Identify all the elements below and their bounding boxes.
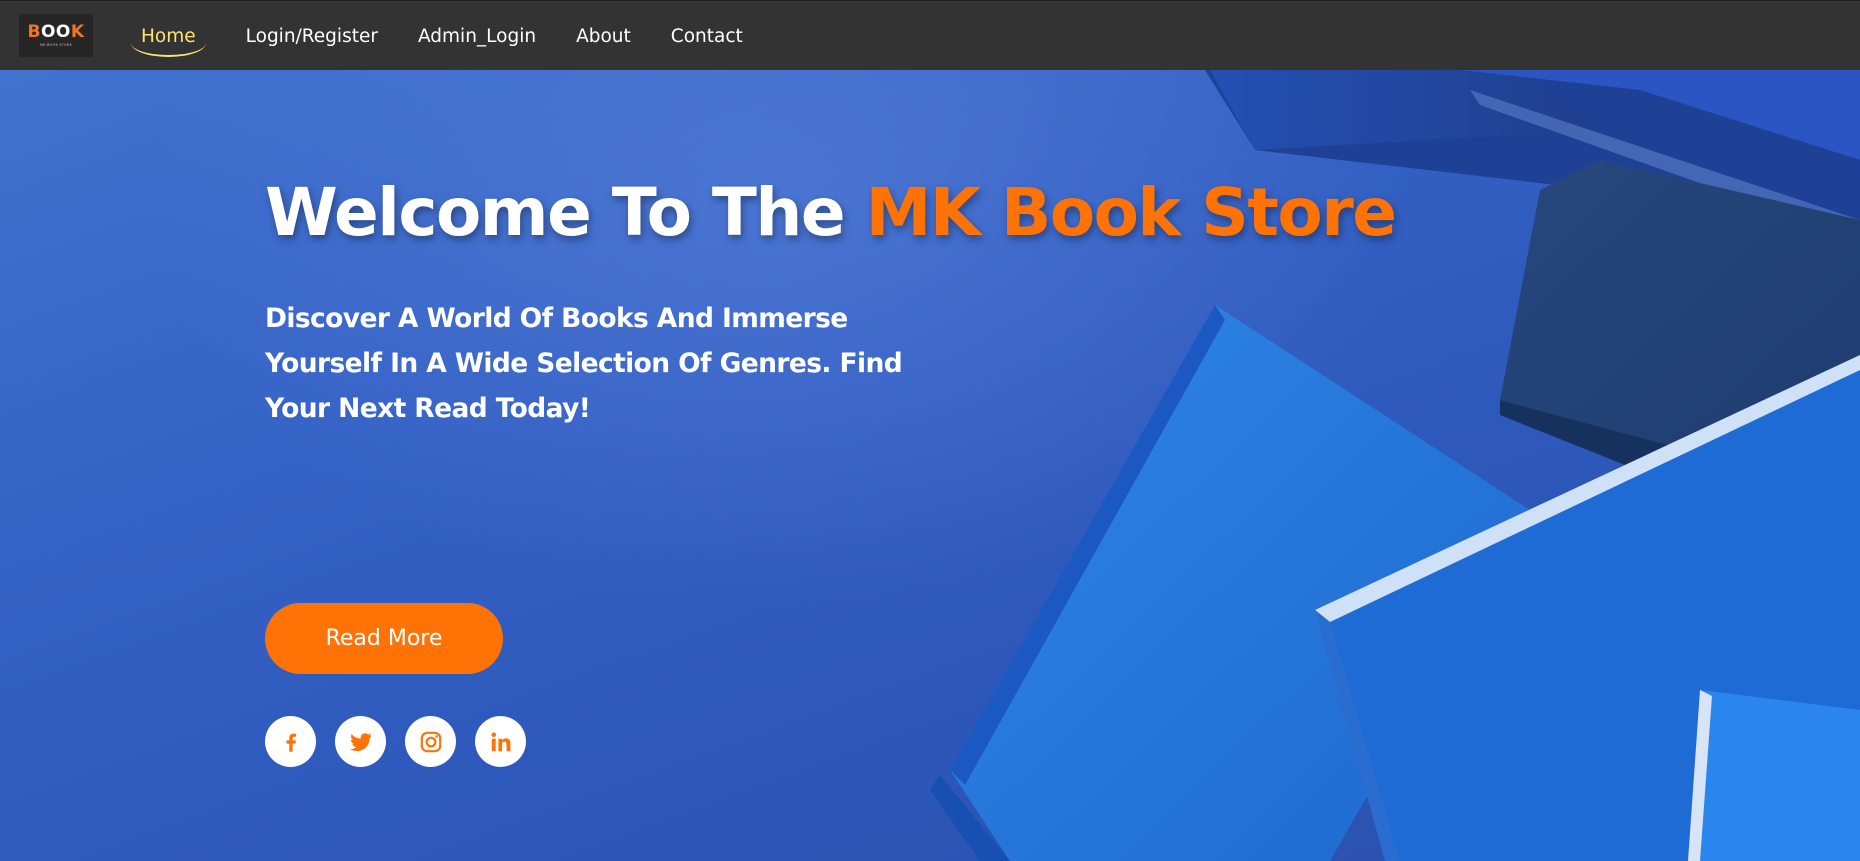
social-links <box>265 716 545 767</box>
facebook-icon <box>285 733 296 752</box>
facebook-link[interactable] <box>265 716 316 767</box>
read-more-button[interactable]: Read More <box>265 603 503 674</box>
navbar: BOOK MK BOOK STORE Home Login/Register A… <box>0 0 1860 70</box>
main-nav: Home Login/Register Admin_Login About Co… <box>131 1 783 71</box>
hero-title-brand: MK Book Store <box>865 174 1397 251</box>
nav-about[interactable]: About <box>576 26 631 47</box>
linkedin-link[interactable] <box>475 716 526 767</box>
linkedin-icon <box>490 731 510 751</box>
brand-logo[interactable]: BOOK MK BOOK STORE <box>19 14 93 57</box>
instagram-link[interactable] <box>405 716 456 767</box>
instagram-icon <box>420 731 441 752</box>
nav-home[interactable]: Home <box>131 26 206 57</box>
logo-wordmark: BOOK <box>27 22 85 42</box>
hero-section: Welcome To The MK Book Store Discover A … <box>0 70 1860 861</box>
nav-login-register[interactable]: Login/Register <box>246 26 378 47</box>
logo-tagline: MK BOOK STORE <box>39 43 73 47</box>
nav-contact[interactable]: Contact <box>671 26 743 47</box>
twitter-icon <box>349 732 372 751</box>
twitter-link[interactable] <box>335 716 386 767</box>
hero-title: Welcome To The MK Book Store <box>265 174 1397 251</box>
hero-title-prefix: Welcome To The <box>265 174 866 251</box>
hero-subtitle: Discover A World Of Books And Immerse Yo… <box>265 303 903 424</box>
nav-admin-login[interactable]: Admin_Login <box>418 26 536 47</box>
